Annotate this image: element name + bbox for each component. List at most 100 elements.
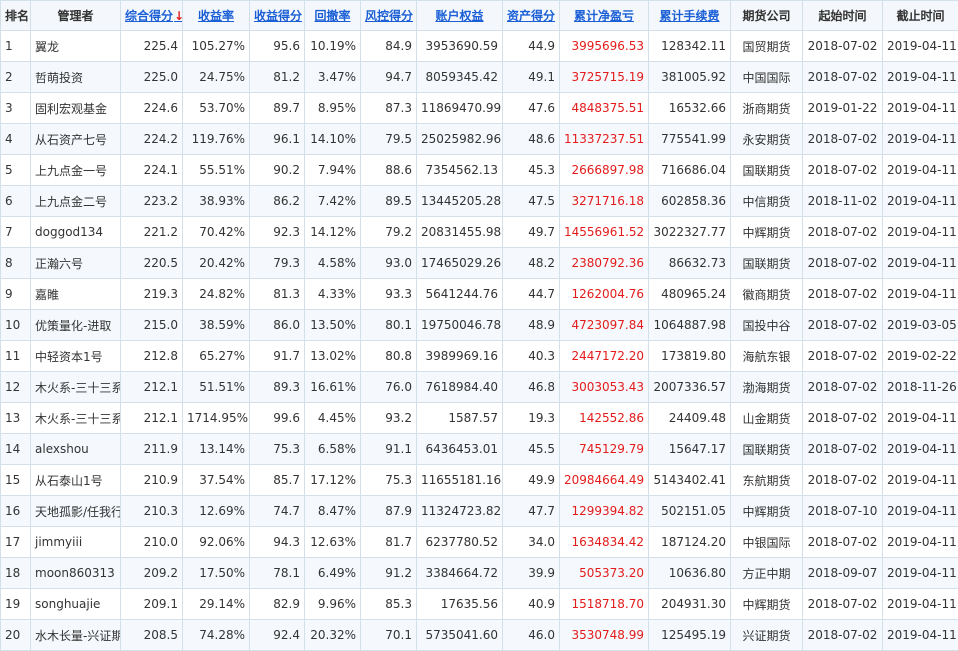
cell-net-pnl: 2380792.36 (560, 248, 649, 279)
cell-return-score: 96.1 (250, 124, 305, 155)
cell-risk-score: 91.1 (361, 434, 417, 465)
column-header-label: 资产得分 (507, 9, 555, 23)
cell-futures-company: 国投中谷 (731, 310, 803, 341)
cell-manager: 中轻资本1号 (31, 341, 121, 372)
cell-drawdown: 14.12% (305, 217, 361, 248)
cell-manager: 嘉睢 (31, 279, 121, 310)
cell-end-date: 2019-04-11 (883, 620, 958, 651)
cell-account-equity: 5735041.60 (417, 620, 503, 651)
column-header-return-score[interactable]: 收益得分 (250, 1, 305, 31)
cell-overall-score: 210.9 (121, 465, 183, 496)
cell-rank: 16 (1, 496, 31, 527)
column-header-asset-score[interactable]: 资产得分 (503, 1, 560, 31)
cell-fees: 3022327.77 (649, 217, 731, 248)
cell-asset-score: 44.7 (503, 279, 560, 310)
cell-rank: 6 (1, 186, 31, 217)
cell-rank: 2 (1, 62, 31, 93)
cell-return-score: 78.1 (250, 558, 305, 589)
cell-fees: 187124.20 (649, 527, 731, 558)
cell-start-date: 2018-07-10 (803, 496, 883, 527)
cell-net-pnl: 14556961.52 (560, 217, 649, 248)
cell-return-rate: 29.14% (183, 589, 250, 620)
table-row: 5上九点金一号224.155.51%90.27.94%88.67354562.1… (1, 155, 958, 186)
cell-account-equity: 13445205.28 (417, 186, 503, 217)
cell-account-equity: 17635.56 (417, 589, 503, 620)
cell-risk-score: 89.5 (361, 186, 417, 217)
cell-rank: 9 (1, 279, 31, 310)
cell-net-pnl: 1262004.76 (560, 279, 649, 310)
cell-account-equity: 1587.57 (417, 403, 503, 434)
cell-manager: 水木长量-兴证期货 (31, 620, 121, 651)
column-header-overall-score[interactable]: 综合得分↓ (121, 1, 183, 31)
cell-manager: jimmyiii (31, 527, 121, 558)
cell-drawdown: 7.42% (305, 186, 361, 217)
cell-fees: 16532.66 (649, 93, 731, 124)
cell-start-date: 2018-07-02 (803, 62, 883, 93)
cell-rank: 12 (1, 372, 31, 403)
cell-end-date: 2019-04-11 (883, 558, 958, 589)
cell-drawdown: 10.19% (305, 31, 361, 62)
cell-net-pnl: 4723097.84 (560, 310, 649, 341)
cell-rank: 8 (1, 248, 31, 279)
cell-manager: alexshou (31, 434, 121, 465)
cell-drawdown: 4.58% (305, 248, 361, 279)
cell-asset-score: 47.7 (503, 496, 560, 527)
cell-return-score: 86.2 (250, 186, 305, 217)
cell-futures-company: 国联期货 (731, 434, 803, 465)
cell-asset-score: 48.2 (503, 248, 560, 279)
cell-risk-score: 80.8 (361, 341, 417, 372)
cell-drawdown: 13.50% (305, 310, 361, 341)
cell-net-pnl: 505373.20 (560, 558, 649, 589)
column-header-drawdown[interactable]: 回撤率 (305, 1, 361, 31)
cell-end-date: 2019-04-11 (883, 589, 958, 620)
cell-overall-score: 209.2 (121, 558, 183, 589)
cell-start-date: 2018-07-02 (803, 465, 883, 496)
cell-return-score: 94.3 (250, 527, 305, 558)
column-header-futures-company: 期货公司 (731, 1, 803, 31)
column-header-label: 管理者 (57, 9, 93, 23)
cell-return-rate: 13.14% (183, 434, 250, 465)
cell-net-pnl: 20984664.49 (560, 465, 649, 496)
cell-return-rate: 53.70% (183, 93, 250, 124)
cell-net-pnl: 3995696.53 (560, 31, 649, 62)
cell-account-equity: 6436453.01 (417, 434, 503, 465)
cell-fees: 1064887.98 (649, 310, 731, 341)
column-header-return-rate[interactable]: 收益率 (183, 1, 250, 31)
cell-futures-company: 永安期货 (731, 124, 803, 155)
cell-return-rate: 65.27% (183, 341, 250, 372)
column-header-label: 截止时间 (896, 9, 944, 23)
cell-return-rate: 37.54% (183, 465, 250, 496)
cell-drawdown: 14.10% (305, 124, 361, 155)
cell-end-date: 2019-04-11 (883, 124, 958, 155)
cell-asset-score: 44.9 (503, 31, 560, 62)
cell-rank: 19 (1, 589, 31, 620)
column-header-start-date: 起始时间 (803, 1, 883, 31)
cell-account-equity: 19750046.78 (417, 310, 503, 341)
table-row: 9嘉睢219.324.82%81.34.33%93.35641244.7644.… (1, 279, 958, 310)
cell-risk-score: 93.2 (361, 403, 417, 434)
table-row: 18moon860313209.217.50%78.16.49%91.23384… (1, 558, 958, 589)
cell-return-rate: 17.50% (183, 558, 250, 589)
cell-start-date: 2018-07-02 (803, 248, 883, 279)
cell-fees: 716686.04 (649, 155, 731, 186)
cell-return-score: 92.4 (250, 620, 305, 651)
column-header-label: 风控得分 (365, 9, 413, 23)
cell-manager: doggod134 (31, 217, 121, 248)
cell-net-pnl: 2666897.98 (560, 155, 649, 186)
cell-risk-score: 93.0 (361, 248, 417, 279)
column-header-label: 综合得分 (125, 9, 173, 23)
cell-account-equity: 3989969.16 (417, 341, 503, 372)
cell-end-date: 2019-04-11 (883, 31, 958, 62)
cell-account-equity: 7618984.40 (417, 372, 503, 403)
cell-start-date: 2018-07-02 (803, 341, 883, 372)
column-header-fees[interactable]: 累计手续费 (649, 1, 731, 31)
table-row: 20水木长量-兴证期货208.574.28%92.420.32%70.15735… (1, 620, 958, 651)
cell-futures-company: 国联期货 (731, 155, 803, 186)
column-header-account-equity[interactable]: 账户权益 (417, 1, 503, 31)
cell-fees: 2007336.57 (649, 372, 731, 403)
column-header-net-pnl[interactable]: 累计净盈亏 (560, 1, 649, 31)
cell-rank: 5 (1, 155, 31, 186)
cell-asset-score: 49.9 (503, 465, 560, 496)
column-header-risk-score[interactable]: 风控得分 (361, 1, 417, 31)
cell-risk-score: 84.9 (361, 31, 417, 62)
